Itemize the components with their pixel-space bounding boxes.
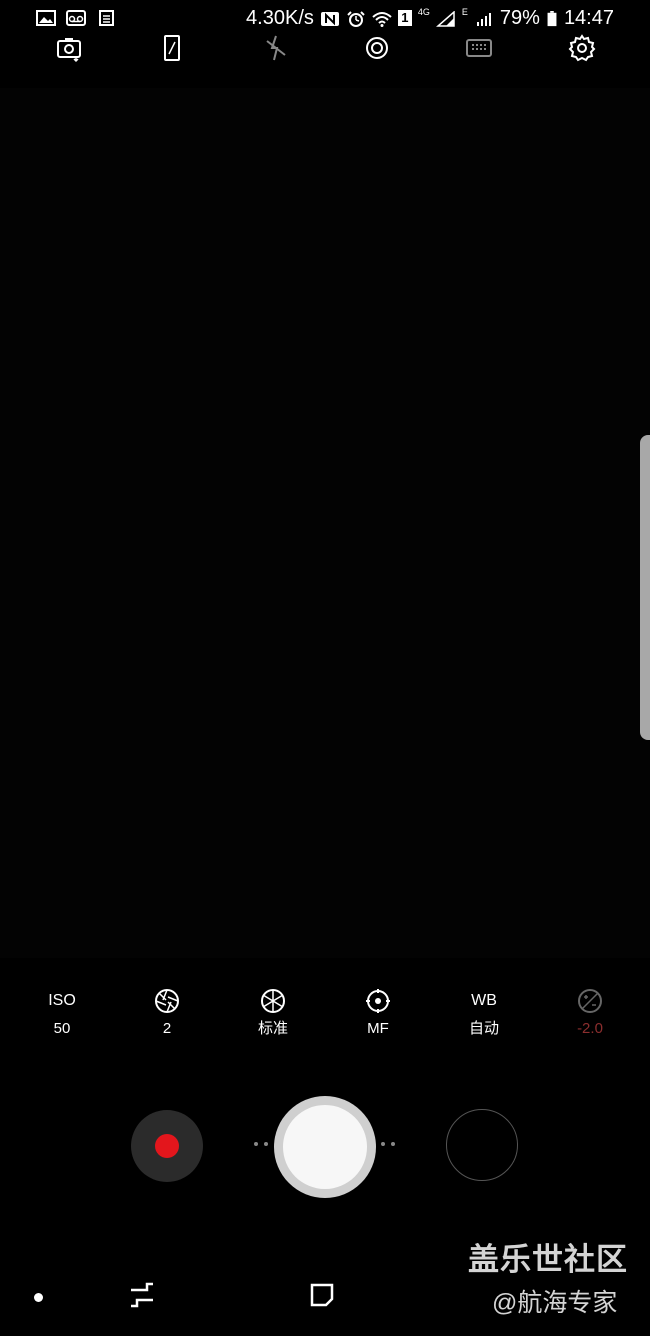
wb-label: WB — [471, 992, 497, 1009]
shutter-speed-value: 标准 — [257, 1020, 288, 1037]
image-icon — [36, 10, 56, 26]
shutter-icon — [261, 989, 285, 1013]
flash-off-icon — [266, 35, 286, 61]
wb-value: 自动 — [468, 1020, 499, 1037]
document-icon — [96, 10, 116, 26]
exposure-control[interactable]: -2.0 — [545, 988, 635, 1038]
iso-label: ISO — [48, 992, 76, 1009]
focus-control[interactable]: MF — [333, 988, 423, 1038]
hide-navbar-dot[interactable] — [34, 1293, 43, 1302]
mode-indicator-right — [381, 1142, 395, 1146]
notification-icons — [0, 10, 116, 26]
edge-panel-handle[interactable] — [640, 435, 650, 740]
camera-viewfinder[interactable] — [0, 88, 650, 958]
pro-mode-controls: ISO 50 2 标准 MF WB 自动 -2.0 — [0, 978, 650, 1048]
flash-button[interactable] — [259, 31, 293, 65]
home-button[interactable] — [309, 1282, 335, 1308]
switch-camera-button[interactable] — [52, 31, 86, 65]
recent-apps-button[interactable] — [127, 1280, 157, 1310]
metering-grid-icon — [466, 39, 492, 57]
watermark-title: 盖乐世社区 — [468, 1242, 628, 1277]
metering-button[interactable] — [462, 31, 496, 65]
white-balance-control[interactable]: WB 自动 — [439, 988, 529, 1038]
aspect-ratio-icon — [164, 35, 180, 61]
home-icon — [310, 1283, 334, 1307]
hdr-icon — [366, 37, 388, 59]
settings-button[interactable] — [565, 31, 599, 65]
exposure-icon — [578, 989, 602, 1013]
battery-icon — [546, 10, 558, 27]
focus-value: MF — [367, 1020, 389, 1037]
iso-value: 50 — [53, 1020, 71, 1037]
iso-control[interactable]: ISO 50 — [17, 988, 107, 1038]
shutter-icon — [283, 1105, 367, 1189]
switch-camera-icon — [57, 38, 81, 63]
settings-gear-icon — [568, 34, 596, 62]
aperture-value: 2 — [162, 1020, 172, 1037]
aperture-icon — [155, 989, 179, 1013]
shutter-speed-control[interactable]: 标准 — [228, 988, 318, 1038]
record-icon — [155, 1134, 179, 1158]
sim-badge: 1 — [397, 10, 412, 26]
watermark-subtitle: @航海专家 — [492, 1289, 618, 1317]
signal-icon — [435, 10, 456, 27]
shutter-button[interactable] — [274, 1096, 376, 1198]
network-type-4g: 4G — [417, 6, 430, 17]
aperture-control[interactable]: 2 — [122, 988, 212, 1038]
mode-indicator-left — [254, 1142, 268, 1146]
exposure-value: -2.0 — [577, 1020, 603, 1037]
nfc-icon — [320, 10, 340, 26]
wifi-icon — [372, 10, 392, 27]
signal-2-icon — [474, 10, 494, 26]
recent-apps-icon — [131, 1282, 153, 1308]
focus-icon — [366, 989, 390, 1013]
hdr-button[interactable] — [360, 31, 394, 65]
aspect-ratio-button[interactable] — [155, 31, 189, 65]
gallery-thumbnail-button[interactable] — [446, 1109, 518, 1181]
alarm-icon — [346, 10, 366, 27]
network-type-e: E — [461, 6, 468, 17]
record-video-button[interactable] — [131, 1110, 203, 1182]
camera-top-toolbar — [0, 26, 650, 70]
voicemail-icon — [66, 10, 86, 26]
